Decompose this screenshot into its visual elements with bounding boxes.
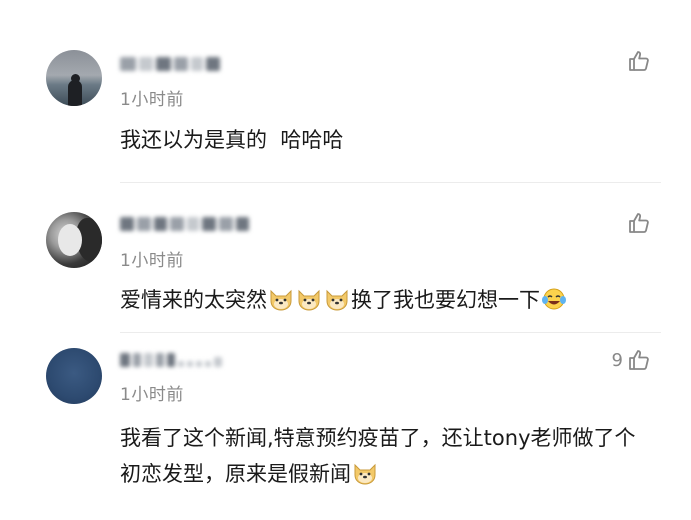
- comment-item: 1小时前 9 我看了这个新闻,特意预约疫苗了，还让tony老师做了个初恋发型，原…: [0, 334, 691, 520]
- username-blurred[interactable]: [120, 54, 220, 74]
- doge-emoji: [270, 289, 292, 311]
- like-button[interactable]: 9: [612, 348, 651, 372]
- comment-text: 我还以为是真的 哈哈哈: [120, 128, 344, 152]
- comment-item: 1小时前 爱情来的太突然 换了我也要幻想一下: [0, 184, 691, 334]
- comment-item: 1小时前 我还以为是真的 哈哈哈: [0, 0, 691, 184]
- comment-divider: [120, 332, 661, 333]
- doge-emoji: [326, 289, 348, 311]
- comment-time: 1小时前: [120, 385, 184, 405]
- user-avatar[interactable]: [46, 348, 102, 404]
- thumbs-up-icon: [629, 51, 649, 71]
- laugh-cry-emoji: [542, 288, 566, 310]
- doge-emoji: [354, 463, 376, 485]
- user-avatar[interactable]: [46, 50, 102, 106]
- username-blurred[interactable]: [120, 214, 249, 234]
- comment-text-part: 换了我也要幻想一下: [351, 288, 540, 312]
- avatar-figure-body: [68, 80, 82, 106]
- comment-text: 爱情来的太突然 换了我也要幻想一下: [120, 282, 660, 318]
- comment-divider: [120, 182, 661, 183]
- comment-text-part: 爱情来的太突然: [120, 288, 267, 312]
- comment-text: 我看了这个新闻,特意预约疫苗了，还让tony老师做了个初恋发型，原来是假新闻: [120, 420, 655, 492]
- like-button[interactable]: [623, 49, 651, 73]
- like-count: 9: [611, 349, 623, 371]
- comment-time: 1小时前: [120, 90, 184, 110]
- avatar-face: [58, 224, 82, 256]
- thumbs-up-icon: [629, 213, 649, 233]
- like-button[interactable]: [623, 211, 651, 235]
- thumbs-up-icon: [629, 350, 649, 370]
- user-avatar[interactable]: [46, 212, 102, 268]
- username-blurred[interactable]: [120, 350, 222, 370]
- doge-emoji: [298, 289, 320, 311]
- comment-time: 1小时前: [120, 251, 184, 271]
